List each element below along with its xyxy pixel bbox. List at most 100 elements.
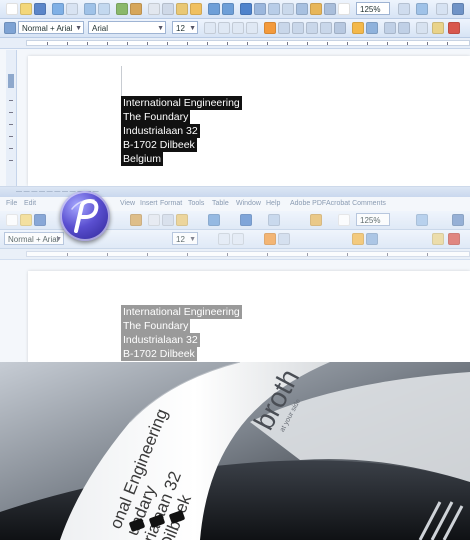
toolbar-options-icon[interactable]: [436, 3, 448, 15]
style-combo[interactable]: Normal + Arial ▼: [4, 232, 64, 245]
styles-pane-icon[interactable]: [4, 22, 16, 34]
menu-view[interactable]: View: [120, 198, 135, 210]
redo-icon[interactable]: [222, 3, 234, 15]
save-icon[interactable]: [34, 3, 46, 15]
menu-insert[interactable]: Insert: [140, 198, 158, 210]
insert-table-icon[interactable]: [268, 214, 280, 226]
menu-window[interactable]: Window: [236, 198, 261, 210]
drawing-icon[interactable]: [310, 214, 322, 226]
line-spacing-icon[interactable]: [334, 22, 346, 34]
zoom-combo[interactable]: 125%: [356, 2, 390, 15]
style-combo-value: Normal + Arial: [22, 24, 73, 33]
new-document-icon[interactable]: [6, 214, 18, 226]
bold-icon[interactable]: [218, 233, 230, 245]
distribute-icon[interactable]: [320, 22, 332, 34]
copy-icon[interactable]: [162, 214, 174, 226]
zoom-combo[interactable]: 125%: [356, 213, 390, 226]
open-folder-icon[interactable]: [20, 3, 32, 15]
p-touch-toolbar-icon[interactable]: [452, 214, 464, 226]
highlight-icon[interactable]: [432, 22, 444, 34]
show-hide-icon[interactable]: [338, 214, 350, 226]
permission-icon[interactable]: [52, 3, 64, 15]
italic-icon[interactable]: [232, 22, 244, 34]
address-block-selected[interactable]: International Engineering The Foundary I…: [121, 305, 242, 361]
label-printer-photo: onal Engineering undary rialaan 32 Dilbe…: [0, 362, 470, 540]
format-painter-icon[interactable]: [190, 3, 202, 15]
menu-file[interactable]: File: [6, 198, 17, 210]
columns-icon[interactable]: [296, 3, 308, 15]
font-size-value: 12: [176, 24, 185, 33]
insert-table-icon[interactable]: [268, 3, 280, 15]
open-folder-icon[interactable]: [20, 214, 32, 226]
hyperlink-icon[interactable]: [240, 214, 252, 226]
grow-font-icon[interactable]: [204, 22, 216, 34]
spelling-icon[interactable]: [116, 3, 128, 15]
research-icon[interactable]: [130, 3, 142, 15]
copy-icon[interactable]: [162, 3, 174, 15]
horizontal-ruler[interactable]: [0, 38, 470, 49]
horizontal-ruler[interactable]: [0, 249, 470, 260]
outside-border-icon[interactable]: [416, 22, 428, 34]
align-center-icon[interactable]: [278, 22, 290, 34]
paste-icon[interactable]: [176, 214, 188, 226]
align-left-icon[interactable]: [264, 22, 276, 34]
numbering-icon[interactable]: [352, 233, 364, 245]
menu-acrobat-comments[interactable]: Acrobat Comments: [326, 198, 386, 210]
save-icon[interactable]: [34, 214, 46, 226]
menu-table[interactable]: Table: [212, 198, 229, 210]
menu-adobe-pdf[interactable]: Adobe PDF: [290, 198, 326, 210]
show-hide-icon[interactable]: [338, 3, 350, 15]
vertical-ruler[interactable]: [6, 50, 17, 186]
font-combo[interactable]: Arial ▼: [88, 21, 166, 34]
email-icon[interactable]: [66, 3, 78, 15]
decrease-indent-icon[interactable]: [384, 22, 396, 34]
cut-icon[interactable]: [148, 214, 160, 226]
highlight-icon[interactable]: [432, 233, 444, 245]
cut-icon[interactable]: [148, 3, 160, 15]
italic-icon[interactable]: [232, 233, 244, 245]
align-left-icon[interactable]: [264, 233, 276, 245]
menu-tools[interactable]: Tools: [188, 198, 204, 210]
paste-icon[interactable]: [176, 3, 188, 15]
menu-format[interactable]: Format: [160, 198, 182, 210]
increase-indent-icon[interactable]: [398, 22, 410, 34]
menu-help[interactable]: Help: [266, 198, 280, 210]
hyperlink-icon[interactable]: [240, 3, 252, 15]
document-page[interactable]: International Engineering The Foundary I…: [28, 56, 470, 186]
font-size-combo[interactable]: 12 ▼: [172, 232, 198, 245]
address-line: International Engineering: [121, 96, 242, 110]
margin-guide: [121, 66, 122, 98]
numbering-icon[interactable]: [352, 22, 364, 34]
bullets-icon[interactable]: [366, 22, 378, 34]
research-icon[interactable]: [130, 214, 142, 226]
underline-icon[interactable]: [246, 22, 258, 34]
undo-icon[interactable]: [208, 3, 220, 15]
print-preview-icon[interactable]: [98, 3, 110, 15]
address-block-selected[interactable]: International Engineering The Foundary I…: [121, 96, 242, 166]
font-size-combo[interactable]: 12 ▼: [172, 21, 198, 34]
insert-excel-icon[interactable]: [282, 3, 294, 15]
font-color-icon[interactable]: [448, 22, 460, 34]
read-icon[interactable]: [398, 3, 410, 15]
document-map-icon[interactable]: [324, 3, 336, 15]
font-size-value: 12: [176, 235, 185, 244]
justify-icon[interactable]: [306, 22, 318, 34]
tables-borders-icon[interactable]: [254, 3, 266, 15]
font-color-icon[interactable]: [448, 233, 460, 245]
bullets-icon[interactable]: [366, 233, 378, 245]
style-combo[interactable]: Normal + Arial ▼: [18, 21, 84, 34]
address-line: International Engineering: [121, 305, 242, 319]
document-page[interactable]: International Engineering The Foundary I…: [28, 271, 470, 363]
ruler-track: [26, 251, 470, 257]
p-touch-toolbar-icon[interactable]: [452, 3, 464, 15]
align-center-icon[interactable]: [278, 233, 290, 245]
drawing-icon[interactable]: [310, 3, 322, 15]
bold-icon[interactable]: [218, 22, 230, 34]
help-icon[interactable]: [416, 3, 428, 15]
menu-edit[interactable]: Edit: [24, 198, 36, 210]
undo-icon[interactable]: [208, 214, 220, 226]
align-right-icon[interactable]: [292, 22, 304, 34]
help-icon[interactable]: [416, 214, 428, 226]
new-document-icon[interactable]: [6, 3, 18, 15]
print-icon[interactable]: [84, 3, 96, 15]
